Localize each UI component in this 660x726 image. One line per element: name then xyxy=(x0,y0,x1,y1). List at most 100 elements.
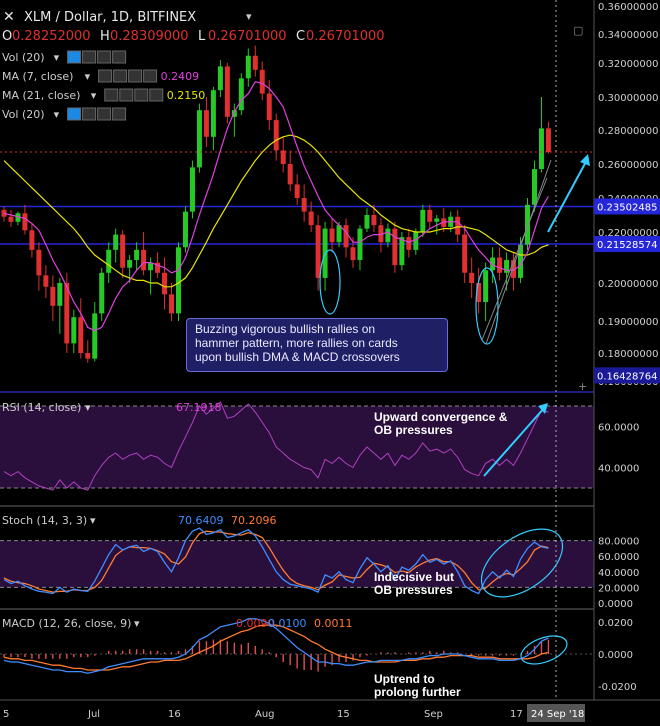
candle-body xyxy=(92,313,98,359)
ohlc-key: C xyxy=(296,29,305,44)
add-icon[interactable] xyxy=(128,69,143,83)
candle-body xyxy=(350,247,356,261)
settings-icon[interactable] xyxy=(113,69,128,83)
stoch-tick-label: 0.0000 xyxy=(598,599,633,610)
symbol-title[interactable]: XLM / Dollar, 1D, BITFINEX xyxy=(24,10,196,25)
chevron-down-icon[interactable]: ▾ xyxy=(91,89,97,102)
candle-body xyxy=(462,234,468,273)
analysis-callout: Buzzing vigorous bullish rallies on hamm… xyxy=(186,318,448,372)
candle-body xyxy=(301,198,307,212)
add-icon[interactable] xyxy=(97,50,112,64)
candle-body xyxy=(57,283,63,306)
chevron-down-icon: ▾ xyxy=(90,514,96,527)
candle-body xyxy=(252,55,258,70)
indicator-legend-label[interactable]: MA (7, close) xyxy=(2,70,73,83)
add-icon[interactable] xyxy=(97,107,112,121)
candle-body xyxy=(22,213,28,231)
eye-icon[interactable] xyxy=(67,107,82,121)
remove-icon[interactable] xyxy=(143,69,158,83)
candle-body xyxy=(455,216,461,235)
candle-body xyxy=(245,55,251,79)
candle-body xyxy=(420,209,426,232)
indicator-legend-value: 0.2409 xyxy=(161,70,200,83)
add-icon[interactable] xyxy=(134,88,149,102)
callout-line: upon bullish DMA & MACD crossovers xyxy=(195,350,400,364)
candle-body xyxy=(210,90,216,137)
current-date-label: 24 Sep '18 xyxy=(531,709,584,720)
candle-body xyxy=(399,237,405,266)
chevron-down-icon[interactable]: ▾ xyxy=(246,10,252,23)
time-axis-label: Aug xyxy=(255,709,275,720)
settings-icon[interactable] xyxy=(82,50,97,64)
macd-tick-label: -0.0200 xyxy=(598,682,637,693)
price-tick-label: 0.20000000 xyxy=(598,279,658,290)
ohlc-key: L xyxy=(198,29,206,44)
rsi-tick-label: 40.0000 xyxy=(598,464,639,475)
scale-options-icon[interactable]: + xyxy=(578,380,587,393)
layout-icon[interactable]: ▢ xyxy=(573,24,583,37)
time-axis-label: 5 xyxy=(3,709,9,720)
candle-body xyxy=(120,234,126,268)
chevron-down-icon[interactable]: ▾ xyxy=(85,70,91,83)
candle-body xyxy=(127,260,133,268)
candle-body xyxy=(36,249,42,276)
macd-annotation-line1: Uptrend to xyxy=(374,672,435,686)
candle-body xyxy=(469,272,475,283)
candle-body xyxy=(29,230,35,250)
stoch-tick-label: 20.0000 xyxy=(598,583,639,594)
remove-icon[interactable] xyxy=(112,107,127,121)
candle-body xyxy=(71,317,77,344)
settings-icon[interactable] xyxy=(82,107,97,121)
rsi-label: RSI (14, close) xyxy=(2,401,81,414)
price-tick-label: 0.34000000 xyxy=(598,30,658,41)
candle-body xyxy=(238,78,244,111)
candle-body xyxy=(203,110,209,137)
rsi-value: 67.1918 xyxy=(176,401,222,414)
indicator-legend-label[interactable]: Vol (20) xyxy=(2,108,45,121)
rsi-tick-label: 60.0000 xyxy=(598,423,639,434)
candle-body xyxy=(287,164,293,185)
candle-body xyxy=(385,228,391,243)
candle-body xyxy=(113,234,119,250)
price-level-tag-label: 0.21528574 xyxy=(597,240,657,251)
price-tick-label: 0.32000000 xyxy=(598,59,658,70)
indicator-legend-label[interactable]: MA (21, close) xyxy=(2,89,80,102)
price-tick-label: 0.18000000 xyxy=(598,349,658,360)
chevron-down-icon[interactable]: ▾ xyxy=(54,51,60,64)
candle-body xyxy=(483,270,489,302)
time-axis-label: Sep xyxy=(424,709,443,720)
indicator-legend-value: 0.2150 xyxy=(167,89,206,102)
price-level-tag-label: 0.16428764 xyxy=(597,371,657,382)
candle-body xyxy=(196,110,202,168)
indicator-legend-label[interactable]: Vol (20) xyxy=(2,51,45,64)
time-axis-label: Jul xyxy=(87,709,100,720)
settings-icon[interactable] xyxy=(119,88,134,102)
stoch-k-value: 70.6409 xyxy=(178,514,224,527)
ohlc-value: 0.28252000 xyxy=(12,29,91,44)
candle-body xyxy=(371,215,377,226)
visibility-icon[interactable] xyxy=(104,88,119,102)
chevron-down-icon[interactable]: ▾ xyxy=(54,108,60,121)
candle-body xyxy=(99,272,105,314)
candle-body xyxy=(434,218,440,222)
stoch-tick-label: 80.0000 xyxy=(598,537,639,548)
price-tick-label: 0.19000000 xyxy=(598,317,658,328)
candle-body xyxy=(406,237,412,250)
eye-icon[interactable] xyxy=(67,50,82,64)
visibility-icon[interactable] xyxy=(98,69,113,83)
callout-line: Buzzing vigorous bullish rallies on xyxy=(195,322,376,336)
macd-label: MACD (12, 26, close, 9) xyxy=(2,617,131,630)
callout-line: hammer pattern, more rallies on cards xyxy=(195,336,398,350)
close-symbol-icon[interactable]: ✕ xyxy=(3,9,15,25)
rsi-annotation-line2: OB pressures xyxy=(374,423,453,437)
candle-body xyxy=(273,120,279,151)
macd-annotation-line2: prolong further xyxy=(374,685,461,699)
remove-icon[interactable] xyxy=(112,50,127,64)
candle-body xyxy=(545,128,551,153)
candle-body xyxy=(162,272,168,295)
stoch-annotation-line2: OB pressures xyxy=(374,583,453,597)
candle-body xyxy=(315,225,321,278)
remove-icon[interactable] xyxy=(149,88,164,102)
candle-body xyxy=(364,215,370,229)
candle-body xyxy=(392,228,398,266)
